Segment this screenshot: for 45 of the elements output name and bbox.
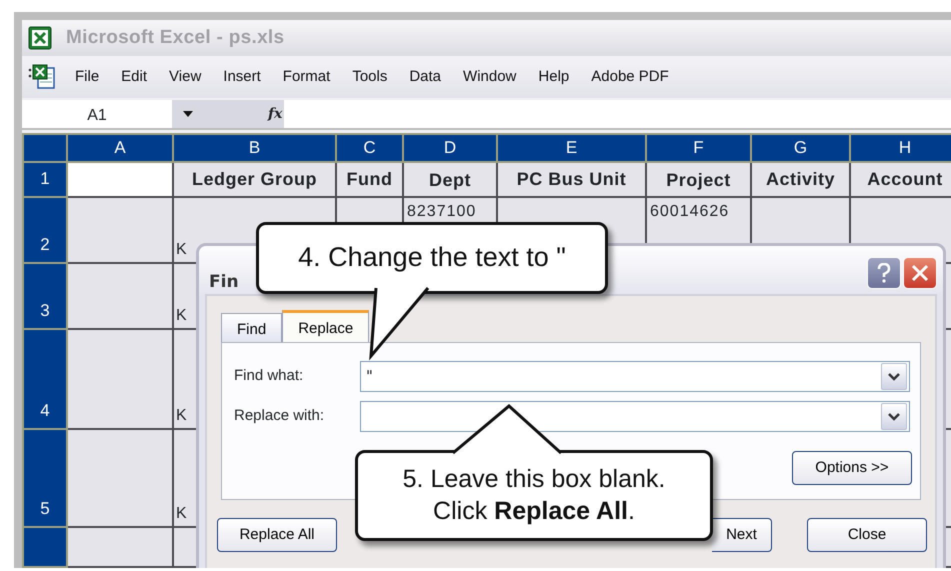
- cell-text: K: [176, 306, 187, 324]
- menu-item[interactable]: File: [64, 66, 110, 88]
- window-title: Microsoft Excel - ps.xls: [66, 26, 284, 50]
- cell-text: Dept: [429, 170, 471, 190]
- column-header[interactable]: A: [67, 134, 173, 162]
- cell-text: 60014626: [650, 202, 730, 220]
- row-header[interactable]: 1: [23, 162, 67, 196]
- menu-item[interactable]: Edit: [110, 66, 158, 88]
- column-header[interactable]: B: [173, 134, 336, 162]
- row-header[interactable]: 4: [23, 328, 67, 428]
- column-header[interactable]: H: [850, 134, 951, 162]
- column-header[interactable]: D: [403, 134, 497, 162]
- menu-item[interactable]: Window: [452, 66, 528, 88]
- menu-item[interactable]: View: [158, 66, 212, 88]
- cell-text: PC Bus Unit: [516, 168, 626, 188]
- dialog-button[interactable]: Next: [712, 518, 772, 552]
- cell-text: K: [176, 504, 187, 522]
- options-button[interactable]: Options >>: [792, 451, 912, 485]
- row-header[interactable]: 2: [23, 196, 67, 262]
- cell-text: K: [176, 406, 187, 424]
- dialog-button[interactable]: Replace All: [217, 518, 337, 552]
- cell-text: K: [176, 240, 187, 258]
- row-header[interactable]: 3: [23, 262, 67, 328]
- menu-item[interactable]: Insert: [212, 66, 272, 88]
- column-header[interactable]: F: [646, 134, 751, 162]
- column-header[interactable]: C: [336, 134, 403, 162]
- function-icon[interactable]: fx: [268, 104, 282, 124]
- row-header[interactable]: 5: [23, 428, 67, 526]
- cell-text: Activity: [766, 168, 836, 188]
- menu-item[interactable]: Format: [272, 66, 342, 88]
- menu-item[interactable]: Help: [527, 66, 580, 88]
- menu-item[interactable]: Adobe PDF: [580, 66, 680, 88]
- cell-text: 8237100: [407, 202, 476, 220]
- menu-item[interactable]: Tools: [341, 66, 398, 88]
- cell-text: Ledger Group: [192, 168, 317, 188]
- cell-text: Account: [867, 168, 943, 188]
- field-label: Replace with:: [234, 406, 326, 426]
- cell-text: Fund: [346, 168, 392, 188]
- field-label: Find what:: [234, 366, 304, 386]
- column-header[interactable]: G: [751, 134, 850, 162]
- menu-item[interactable]: Data: [398, 66, 452, 88]
- column-header[interactable]: E: [497, 134, 646, 162]
- dialog-title: Fin: [209, 271, 239, 294]
- cell-text: Project: [666, 170, 731, 190]
- dialog-button[interactable]: Close: [807, 518, 927, 552]
